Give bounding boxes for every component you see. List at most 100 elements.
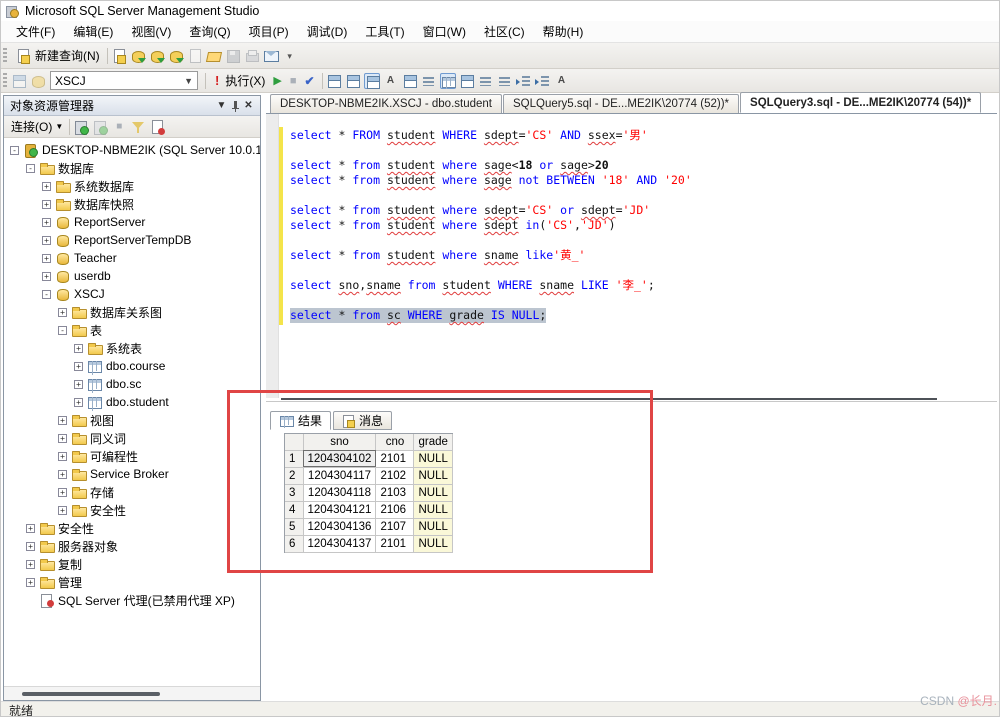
grid-cell[interactable]: 2101 [376, 535, 414, 552]
tree-item-reportserver[interactable]: +ReportServer [4, 213, 260, 231]
tree-item--[interactable]: +视图 [4, 411, 260, 429]
menu-item-2[interactable]: 编辑(E) [64, 20, 122, 43]
grid-cell[interactable]: 2 [285, 467, 303, 484]
expander-icon[interactable]: + [58, 488, 67, 497]
tree-item--[interactable]: +数据库快照 [4, 195, 260, 213]
save-icon[interactable] [225, 48, 241, 64]
open-file-icon[interactable] [206, 48, 222, 64]
menu-item-8[interactable]: 窗口(W) [414, 20, 475, 43]
grid-cell[interactable]: 2101 [376, 450, 414, 467]
tree-item-service-broker[interactable]: +Service Broker [4, 465, 260, 483]
tree-item--[interactable]: -表 [4, 321, 260, 339]
scrollbar-thumb[interactable] [22, 692, 160, 696]
results-grid-icon[interactable] [440, 73, 456, 89]
tree-item-desktop-nbme2ik-sql-server-10-0-160[interactable]: -DESKTOP-NBME2IK (SQL Server 10.0.160 [4, 141, 260, 159]
grid-cell[interactable]: 3 [285, 484, 303, 501]
grid-cell[interactable]: 1204304136 [303, 518, 376, 535]
expander-icon[interactable]: - [58, 326, 67, 335]
results-pane-icon[interactable] [364, 73, 380, 89]
tree-item--[interactable]: +可编程性 [4, 447, 260, 465]
print-icon[interactable] [244, 48, 260, 64]
tree-item--[interactable]: +同义词 [4, 429, 260, 447]
expander-icon[interactable]: + [58, 506, 67, 515]
grid-cell[interactable]: 1204304117 [303, 467, 376, 484]
grid-cell[interactable]: 1204304121 [303, 501, 376, 518]
menu-item-10[interactable]: 帮助(H) [534, 20, 593, 43]
tree-item--[interactable]: +安全性 [4, 519, 260, 537]
grid-cell[interactable]: 2102 [376, 467, 414, 484]
expander-icon[interactable]: + [58, 434, 67, 443]
filter-icon[interactable] [130, 119, 146, 135]
outdent-icon[interactable] [535, 73, 551, 89]
execute-button[interactable]: ! 执行(X) [209, 70, 269, 91]
debug-button[interactable]: ▶ [269, 72, 285, 89]
grid-cell[interactable]: 2106 [376, 501, 414, 518]
grid-cell[interactable]: 6 [285, 535, 303, 552]
expander-icon[interactable]: + [42, 272, 51, 281]
expander-icon[interactable]: + [74, 362, 83, 371]
menu-item-9[interactable]: 社区(C) [475, 20, 534, 43]
db-engine-query-icon[interactable] [130, 48, 146, 64]
expander-icon[interactable]: + [26, 524, 35, 533]
db-compact-query-icon[interactable] [168, 48, 184, 64]
close-icon[interactable]: ✕ [241, 100, 256, 111]
tree-item-dbo-sc[interactable]: +dbo.sc [4, 375, 260, 393]
document-tab-2[interactable]: SQLQuery5.sql - DE...ME2IK\20774 (52))* [503, 94, 739, 113]
database-combobox[interactable]: XSCJ ▼ [50, 71, 198, 90]
tree-item--[interactable]: +数据库关系图 [4, 303, 260, 321]
expander-icon[interactable]: + [74, 380, 83, 389]
expander-icon[interactable]: + [58, 452, 67, 461]
expander-icon[interactable]: + [42, 200, 51, 209]
tree-item-sql-server-xp-[interactable]: +SQL Server 代理(已禁用代理 XP) [4, 591, 260, 609]
grid-cell[interactable]: 2103 [376, 484, 414, 501]
disconnect-server-icon[interactable] [92, 119, 108, 135]
tree-item--[interactable]: +服务器对象 [4, 537, 260, 555]
grid-cell[interactable]: NULL [414, 484, 452, 501]
expander-icon[interactable]: - [26, 164, 35, 173]
menu-item-1[interactable]: 文件(F) [7, 20, 64, 43]
expander-icon[interactable]: + [26, 578, 35, 587]
uncomment-icon[interactable] [497, 73, 513, 89]
grid-cell[interactable]: 2107 [376, 518, 414, 535]
document-tab-1[interactable]: DESKTOP-NBME2IK.XSCJ - dbo.student [270, 94, 502, 113]
menu-item-6[interactable]: 调试(D) [298, 20, 357, 43]
grid-cell[interactable]: NULL [414, 518, 452, 535]
connect-button[interactable]: 连接(O) ▼ [8, 117, 66, 136]
grid-cell[interactable]: NULL [414, 501, 452, 518]
parse-button[interactable]: ✔ [300, 72, 318, 90]
expander-icon[interactable]: + [26, 542, 35, 551]
grid-cell[interactable]: NULL [414, 450, 452, 467]
expander-icon[interactable]: + [42, 218, 51, 227]
expander-icon[interactable]: + [42, 182, 51, 191]
tree-item-dbo-course[interactable]: +dbo.course [4, 357, 260, 375]
grid-cell[interactable]: NULL [414, 467, 452, 484]
query-designer-icon[interactable] [345, 73, 361, 89]
expander-icon[interactable]: - [42, 290, 51, 299]
change-connection-icon[interactable] [11, 73, 27, 89]
tree-item--[interactable]: +存储 [4, 483, 260, 501]
sqlcmd-mode-icon[interactable]: A [383, 73, 399, 89]
tree-item-reportservertempdb[interactable]: +ReportServerTempDB [4, 231, 260, 249]
available-databases-icon[interactable] [30, 73, 46, 89]
sql-editor[interactable]: select * FROM student WHERE sdept='CS' A… [266, 114, 997, 398]
tab-messages[interactable]: 消息 [333, 411, 392, 430]
tree-item-xscj[interactable]: -XSCJ [4, 285, 260, 303]
expander-icon[interactable]: + [74, 344, 83, 353]
estimated-plan-icon[interactable] [326, 73, 342, 89]
grid-column-header-grade[interactable]: grade [414, 434, 452, 450]
page-disabled-icon[interactable] [187, 48, 203, 64]
expander-icon[interactable]: + [74, 398, 83, 407]
tab-results[interactable]: 结果 [270, 411, 331, 430]
tree-item--[interactable]: +安全性 [4, 501, 260, 519]
tree-item--[interactable]: +复制 [4, 555, 260, 573]
expander-icon[interactable]: - [10, 146, 19, 155]
stop-small-icon[interactable]: ■ [111, 119, 127, 135]
tree-item-teacher[interactable]: +Teacher [4, 249, 260, 267]
grid-cell[interactable]: 5 [285, 518, 303, 535]
toolbar-overflow-icon[interactable]: ▾ [282, 48, 298, 64]
tree-item--[interactable]: +系统数据库 [4, 177, 260, 195]
grid-column-header-cno[interactable]: cno [376, 434, 414, 450]
menu-item-7[interactable]: 工具(T) [356, 20, 413, 43]
tree-item--[interactable]: +系统表 [4, 339, 260, 357]
grid-cell[interactable]: 1204304102 [303, 450, 376, 467]
